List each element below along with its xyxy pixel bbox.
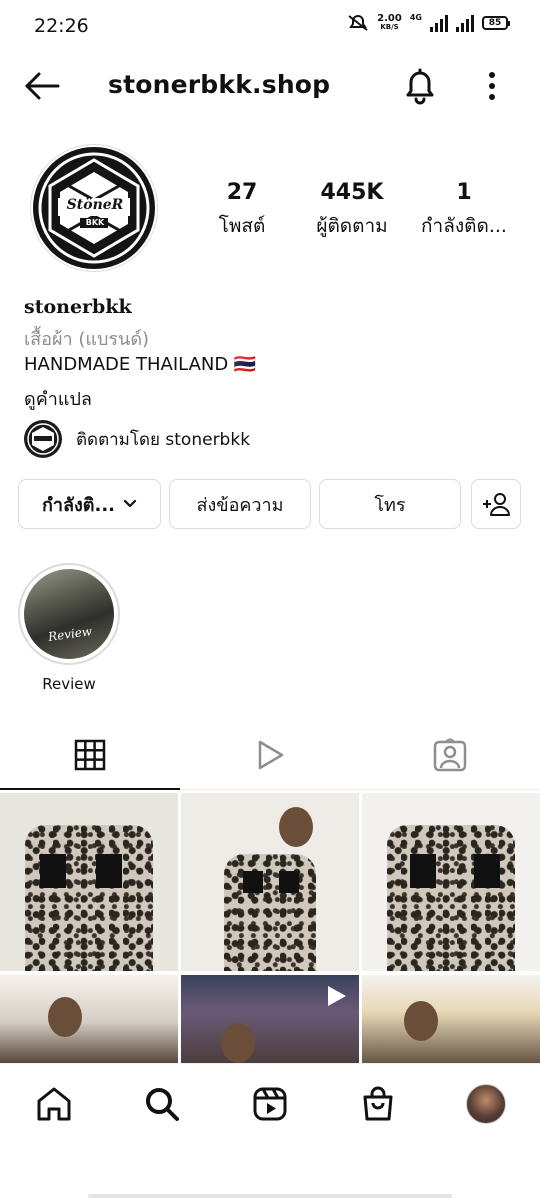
post-image [386,825,516,971]
more-options-button[interactable] [478,68,506,104]
reels-nav-icon [253,1087,287,1120]
post-image [223,853,317,971]
tab-posts-grid[interactable] [0,720,180,790]
mute-icon [348,15,368,31]
shirt-pocket [243,871,263,894]
shop-icon [363,1086,393,1120]
bio-text: HANDMADE THAILAND 🇹🇭 [24,354,257,375]
notifications-button[interactable] [400,66,440,106]
shirt-pocket [279,871,299,894]
posts-label: โพสต์ [218,215,266,237]
search-icon [146,1087,179,1121]
shirt-pocket [96,853,122,888]
stat-followers[interactable]: 445K ผู้ติดตาม [292,180,412,241]
nav-shop[interactable] [324,1064,432,1143]
logo-subtext: BKK [85,218,105,227]
add-person-icon [483,493,510,516]
nav-profile[interactable] [432,1064,540,1143]
brand-logo-small [27,423,59,455]
following-button[interactable]: กำลังติ... [18,479,161,529]
profile-header: stonerbkk.shop [0,58,540,114]
status-icons: 2.00 KB/S 4G 85 [347,12,510,32]
highlight-label: Review [42,675,96,693]
battery-icon: 85 [482,16,510,30]
reel-indicator-icon [328,986,346,1006]
post-thumbnail[interactable] [181,793,359,971]
post-person-head [221,1023,255,1063]
suggested-users-button[interactable] [471,479,521,529]
grid-icon [74,739,106,770]
message-label: ส่งข้อความ [196,494,284,516]
signal-icon-2 [456,14,474,32]
stat-following[interactable]: 1 กำลังติด... [404,180,524,241]
profile-bio: stonerbkk เสื้อผ้า (แบรนด์) HANDMADE THA… [24,296,524,414]
post-thumbnail[interactable] [0,975,178,1063]
tab-tagged[interactable] [360,720,540,789]
posts-count: 27 [226,180,258,205]
following-label: กำลังติ... [41,494,116,516]
tab-reels[interactable] [180,720,360,789]
post-person-head [48,997,82,1037]
following-count: 1 [456,180,472,205]
highlight-ring: Review [18,563,120,665]
signal-icon [430,14,448,32]
reels-icon [258,740,284,769]
shirt-pocket [40,853,66,888]
chevron-down-icon [123,499,137,508]
followers-label: ผู้ติดตาม [316,215,388,237]
nav-reels[interactable] [216,1064,324,1143]
post-thumbnail[interactable] [0,793,178,971]
back-button[interactable] [22,68,62,104]
profile-tabs [0,720,540,790]
shirt-pocket [410,853,436,888]
page-title: stonerbkk.shop [108,70,331,99]
home-indicator[interactable] [88,1194,452,1198]
post-image [24,825,154,971]
post-thumbnail[interactable] [181,975,359,1063]
status-bar: 22:26 2.00 KB/S 4G 85 [0,0,540,52]
following-label: กำลังติด... [421,215,507,237]
profile-avatar-icon [466,1083,506,1124]
profile-avatar[interactable]: StöneR BKK [30,144,158,272]
bell-icon [406,68,434,105]
home-icon [37,1087,71,1120]
stat-posts[interactable]: 27 โพสต์ [182,180,302,241]
net-speed: 2.00 KB/S [377,13,402,32]
call-label: โทร [374,494,406,516]
mutual-follower-avatar [24,420,62,458]
call-button[interactable]: โทร [319,479,461,529]
arrow-left-icon [25,72,60,100]
followers-count: 445K [320,180,384,205]
highlight-cover: Review [24,569,114,659]
shirt-pocket [474,853,500,888]
see-translation-link[interactable]: ดูคำแปล [24,384,524,414]
nav-search[interactable] [108,1064,216,1143]
tagged-icon [433,737,467,771]
category-label: เสื้อผ้า (แบรนด์) [24,329,150,350]
nav-home[interactable] [0,1064,108,1143]
followed-by-text: ติดตามโดย stonerbkk [76,429,251,450]
posts-grid [0,793,540,1063]
network-type: 4G [409,12,422,22]
bottom-navigation [0,1063,540,1143]
display-name: stonerbkk [24,296,132,318]
message-button[interactable]: ส่งข้อความ [169,479,311,529]
post-thumbnail[interactable] [362,793,540,971]
highlight-cover-text: Review [47,623,93,645]
story-highlight[interactable]: Review Review [18,563,120,693]
post-person-head [404,1001,438,1041]
followed-by[interactable]: ติดตามโดย stonerbkk [24,420,250,458]
more-vertical-icon [489,72,495,100]
status-time: 22:26 [34,15,89,37]
logo-text: StöneR [66,197,124,213]
post-person-head [279,807,313,847]
post-thumbnail[interactable] [362,975,540,1063]
